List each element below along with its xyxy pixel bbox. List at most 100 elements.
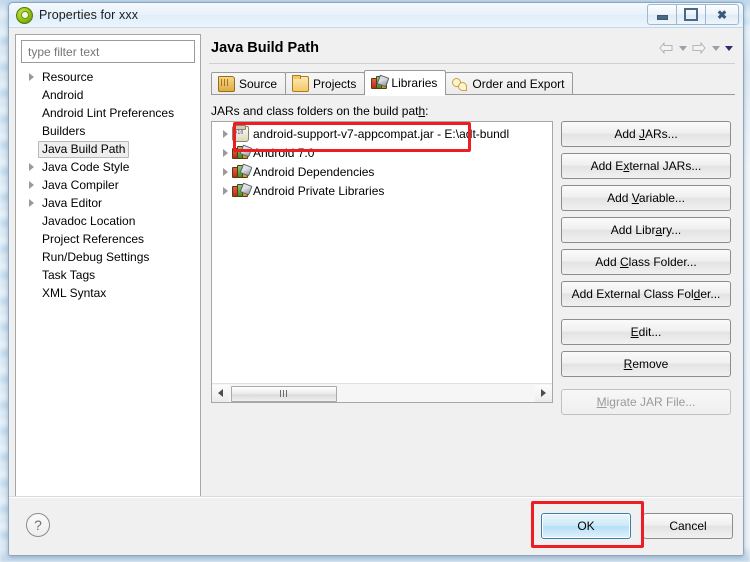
library-icon — [232, 181, 253, 198]
screenshot-root: Properties for xxx ✖ ResourceAndroidA — [0, 0, 750, 562]
button-add-variable[interactable]: Add Variable... — [561, 185, 731, 211]
expand-arrow-icon[interactable] — [218, 148, 232, 157]
button-add-external-class-folder[interactable]: Add External Class Folder... — [561, 281, 731, 307]
sidebar-item-java-build-path[interactable]: Java Build Path — [16, 140, 200, 158]
button-add-jars[interactable]: Add JARs... — [561, 121, 731, 147]
scroll-left-arrow-icon[interactable] — [212, 384, 229, 402]
sidebar-item-task-tags[interactable]: Task Tags — [16, 266, 200, 284]
library-item-label: Android Private Libraries — [253, 183, 385, 198]
button-label-post: lass Folder... — [628, 255, 697, 269]
button-label-pre: Add — [607, 191, 632, 205]
filter-box[interactable] — [21, 40, 195, 63]
dialog-body: Resource Android Android Lint Preferences B… — [9, 28, 743, 555]
sidebar-item-java-editor[interactable]: Java Editor — [16, 194, 200, 212]
button-label-post: er... — [700, 287, 721, 301]
button-edit[interactable]: Edit... — [561, 319, 731, 345]
sidebar-item-label: Javadoc Location — [42, 213, 136, 228]
sidebar-item-xml-syntax[interactable]: XML Syntax — [16, 284, 200, 302]
library-list-item[interactable]: android-support-v7-appcompat.jar - E:\ad… — [212, 124, 552, 143]
jar-icon — [232, 124, 249, 142]
library-icon — [232, 143, 253, 160]
button-label-mnemonic: V — [631, 191, 639, 205]
libraries-list-label: JARs and class folders on the build path… — [211, 104, 428, 118]
sidebar-item-resource[interactable]: Resource — [16, 68, 200, 86]
maximize-icon — [684, 8, 698, 21]
libraries-list[interactable]: android-support-v7-appcompat.jar - E:\ad… — [211, 121, 553, 403]
libraries-books-icon — [371, 74, 390, 90]
expand-arrow-icon[interactable] — [218, 167, 232, 176]
button-label-mnemonic: R — [623, 357, 633, 371]
button-label-pre: Add — [595, 255, 620, 269]
libraries-scroll-thumb[interactable] — [231, 385, 337, 402]
libraries-action-buttons: Add JARs... Add External JARs... Add Varia… — [561, 121, 733, 421]
expand-arrow-icon[interactable] — [24, 181, 38, 189]
sidebar-item-android-lint-preferences[interactable]: Android Lint Preferences — [16, 104, 200, 122]
title-separator — [209, 63, 735, 64]
libraries-rows: android-support-v7-appcompat.jar - E:\ad… — [212, 124, 552, 200]
library-list-item[interactable]: Android Dependencies — [212, 162, 552, 181]
scrollbar-grip-icon — [280, 390, 288, 397]
window-controls: ✖ — [647, 4, 739, 25]
maximize-button[interactable] — [676, 4, 706, 25]
sidebar-item-label: Java Code Style — [42, 159, 130, 174]
tab-label: Projects — [313, 77, 357, 91]
cancel-button[interactable]: Cancel — [643, 513, 733, 539]
button-label-post: ariable... — [638, 191, 685, 205]
forward-chevron-down-icon[interactable] — [712, 45, 720, 51]
sidebar-item-label: Task Tags — [42, 267, 96, 282]
help-question-icon[interactable]: ? — [26, 513, 50, 537]
libraries-label-pre: JARs and class folders on the build pat — [211, 104, 419, 118]
libraries-scroll-track[interactable] — [229, 384, 535, 402]
expand-arrow-icon[interactable] — [24, 73, 38, 81]
sidebar-item-project-references[interactable]: Project References — [16, 230, 200, 248]
expand-arrow-icon[interactable] — [24, 163, 38, 171]
library-list-item[interactable]: Android 7.0 — [212, 143, 552, 162]
back-arrow-icon[interactable] — [659, 42, 674, 54]
button-remove[interactable]: Remove — [561, 351, 731, 377]
order-export-icon — [452, 77, 468, 91]
button-label-mnemonic: E — [630, 325, 639, 339]
back-chevron-down-icon[interactable] — [679, 45, 687, 51]
tab-projects[interactable]: Projects — [285, 72, 366, 95]
sidebar-item-label: Java Editor — [42, 195, 103, 210]
page-title: Java Build Path — [211, 40, 319, 56]
view-menu-chevron-down-icon[interactable] — [725, 45, 733, 51]
tab-order-and-export[interactable]: Order and Export — [445, 72, 574, 95]
tab-libraries[interactable]: Libraries — [364, 70, 447, 96]
tab-label: Libraries — [391, 76, 438, 90]
forward-arrow-icon[interactable] — [692, 42, 707, 54]
libraries-horizontal-scrollbar[interactable] — [212, 383, 552, 402]
sidebar-item-label: Builders — [42, 123, 86, 138]
tab-strip-baseline — [211, 94, 735, 95]
properties-dialog: Properties for xxx ✖ ResourceAndroidA — [8, 2, 744, 556]
expand-arrow-icon[interactable] — [218, 129, 232, 138]
sidebar-item-java-compiler[interactable]: Java Compiler — [16, 176, 200, 194]
sidebar-item-java-code-style[interactable]: Java Code Style — [16, 158, 200, 176]
scroll-right-arrow-icon[interactable] — [535, 384, 552, 402]
library-list-item[interactable]: Android Private Libraries — [212, 181, 552, 200]
sidebar-item-run-debug-settings[interactable]: Run/Debug Settings — [16, 248, 200, 266]
sidebar-item-label: Project References — [42, 231, 145, 246]
button-label-pre: Add External Class Fol — [571, 287, 694, 301]
sidebar-item-android[interactable]: Android — [16, 86, 200, 104]
ok-button[interactable]: OK — [541, 513, 631, 539]
button-label-pre: Add — [614, 127, 639, 141]
library-item-label: Android Dependencies — [253, 164, 375, 179]
sidebar-item-label: Java Build Path — [38, 140, 130, 158]
minimize-button[interactable] — [647, 4, 677, 25]
close-button[interactable]: ✖ — [705, 4, 739, 25]
sidebar-item-javadoc-location[interactable]: Javadoc Location — [16, 212, 200, 230]
button-add-external-jars[interactable]: Add External JARs... — [561, 153, 731, 179]
sidebar-item-builders[interactable]: Builders — [16, 122, 200, 140]
button-label-post: ternal JARs... — [629, 159, 702, 173]
search-input[interactable] — [26, 42, 194, 61]
expand-arrow-icon[interactable] — [218, 186, 232, 195]
tab-source[interactable]: Source — [211, 72, 287, 95]
button-label-post: ry... — [662, 223, 682, 237]
sidebar-item-label: Java Compiler — [42, 177, 119, 192]
button-add-library[interactable]: Add Library... — [561, 217, 731, 243]
library-icon — [232, 162, 253, 179]
button-add-class-folder[interactable]: Add Class Folder... — [561, 249, 731, 275]
dialog-footer: ? OK Cancel — [9, 496, 743, 555]
expand-arrow-icon[interactable] — [24, 199, 38, 207]
